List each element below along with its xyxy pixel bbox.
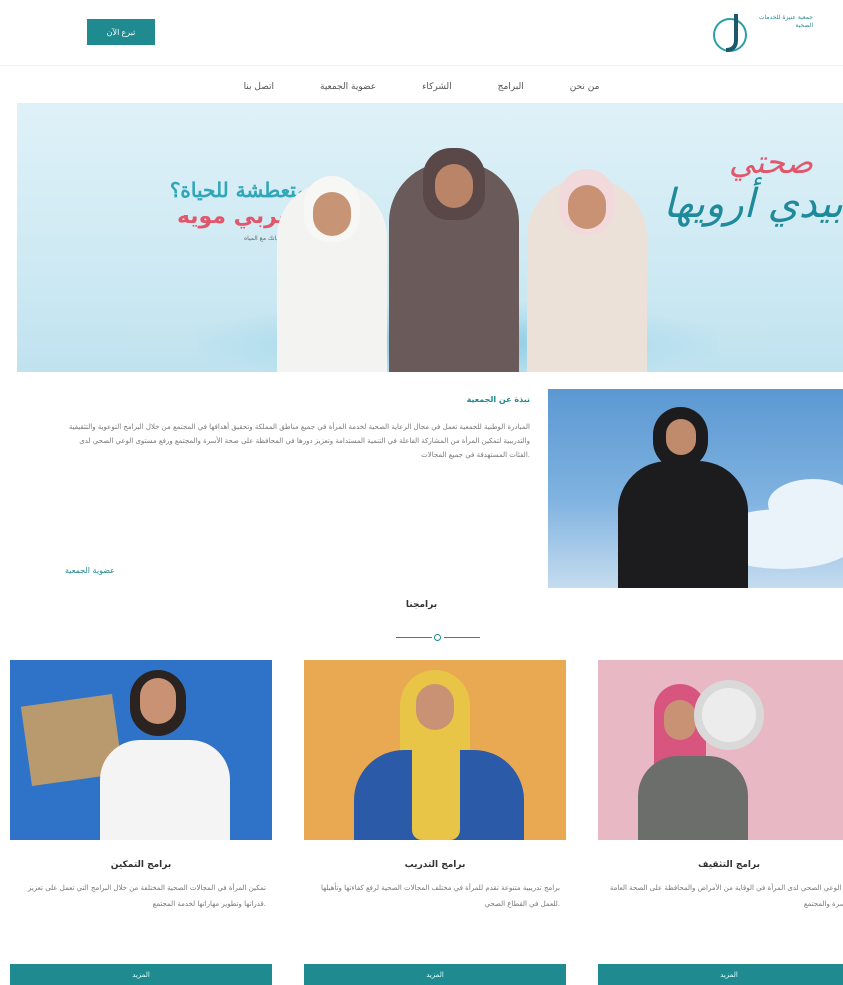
program-card: برامج التثقيف رفع الوعي الصحي لدى المرأة… [598,660,843,985]
section-divider [396,633,480,641]
card-title: برامج التمكين [110,860,172,870]
card-title: برامج التدريب [404,860,466,870]
logo-icon [713,14,747,52]
about-image [548,389,843,588]
programs-title: برامجنا [405,600,438,610]
card-image [598,660,843,840]
program-card: برامج التمكين تمكين المرأة في المجالات ا… [10,660,272,985]
hero-slogan: بيدي أرويها [663,181,843,227]
card-description: برامج تدريبية متنوعة تقدم للمرأة في مختل… [320,884,560,908]
about-link[interactable]: عضوية الجمعية [65,566,115,575]
card-image [10,660,272,840]
hero-right-text: صحتي بيدي أرويها [603,143,843,227]
nav-item-contact[interactable]: اتصل بنا [244,82,274,92]
main-nav: من نحن البرامج الشركاء عضوية الجمعية اتص… [0,72,843,102]
hero-woman-center [389,148,519,372]
card-description: رفع الوعي الصحي لدى المرأة في الوقاية من… [609,884,843,908]
hero-question: متعطشة للحياة؟ [169,178,307,202]
hero-banner: متعطشة للحياة؟ اشربي مويه عافية في حياتك… [17,103,843,372]
logo[interactable]: جمعية عنيزة للخدمات الصحية [708,8,823,58]
program-card: برامج التدريب برامج تدريبية متنوعة تقدم … [304,660,566,985]
hero-health: صحتي [728,143,813,181]
nav-item-membership[interactable]: عضوية الجمعية [320,82,376,92]
hero-woman-left [277,176,387,372]
card-description: تمكين المرأة في المجالات الصحية المختلفة… [28,884,266,908]
logo-text: جمعية عنيزة للخدمات الصحية [758,14,813,29]
about-paragraph: المبادرة الوطنية للجمعية تعمل في مجال ال… [68,423,530,459]
donate-button[interactable]: تبرع الآن [87,19,155,45]
nav-item-about[interactable]: من نحن [570,82,600,92]
nav-item-partners[interactable]: الشركاء [422,82,452,92]
card-more-button[interactable]: المزيد [10,964,272,985]
about-title: نبذة عن الجمعية [466,395,530,404]
site-header: تبرع الآن جمعية عنيزة للخدمات الصحية [0,0,843,66]
about-section: نبذة عن الجمعية المبادرة الوطنية للجمعية… [60,395,530,462]
card-image [304,660,566,840]
card-title: برامج التثقيف [698,860,760,870]
nav-item-programs[interactable]: البرامج [498,82,524,92]
card-more-button[interactable]: المزيد [304,964,566,985]
card-more-button[interactable]: المزيد [598,964,843,985]
